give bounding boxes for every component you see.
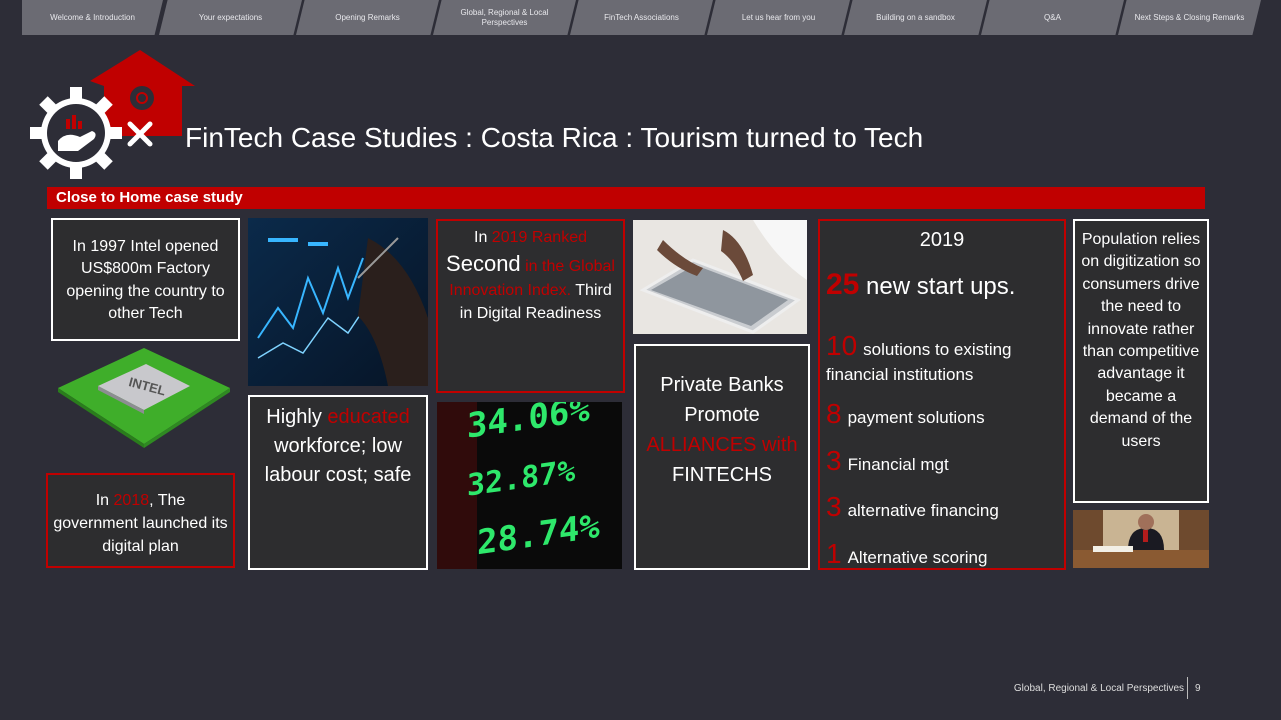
innovation-ranking-box: In 2019 Ranked Second in the Global Inno… — [436, 219, 625, 393]
tablet-hands-image — [633, 220, 807, 334]
startup-category: 10 solutions to existing financial instit… — [826, 330, 1012, 385]
tab-qa[interactable]: Q&A — [981, 0, 1124, 35]
stock-ticker-image: 34.06% 32.87% 28.74% — [437, 402, 622, 569]
intel-factory-box: In 1997 Intel opened US$800m Factory ope… — [51, 218, 240, 341]
case-study-banner: Close to Home case study — [47, 187, 1205, 209]
startup-category: 1 Alternative scoring — [826, 537, 988, 569]
tab-sandbox[interactable]: Building on a sandbox — [844, 0, 987, 35]
startup-category: 3 alternative financing — [826, 491, 999, 523]
slide-title: FinTech Case Studies : Costa Rica : Tour… — [185, 122, 924, 153]
digital-plan-box: In 2018, The government launched its dig… — [46, 473, 235, 568]
page-number: 9 — [1195, 683, 1201, 694]
trading-screen-image — [248, 218, 428, 386]
private-banks-box: Private Banks Promote ALLIANCES with FIN… — [634, 344, 810, 570]
startup-category: 8 payment solutions — [826, 398, 985, 430]
businessman-reading-image — [1073, 510, 1209, 568]
footer-divider — [1187, 677, 1188, 699]
tab-next-steps[interactable]: Next Steps & Closing Remarks — [1118, 0, 1261, 35]
tab-fintech-associations[interactable]: FinTech Associations — [570, 0, 713, 35]
startups-year: 2019 — [919, 229, 965, 251]
tab-welcome[interactable]: Welcome & Introduction — [22, 0, 163, 35]
top-navigation: Welcome & Introduction Your expectations… — [22, 0, 1262, 35]
fintech-gear-logo-icon — [30, 50, 195, 179]
population-digitization-box: Population relies on digitization so con… — [1073, 219, 1209, 503]
tab-expectations[interactable]: Your expectations — [159, 0, 302, 35]
startups-2019-box: 2019 25 new start ups. 10 solutions to ex… — [818, 219, 1066, 570]
tab-opening-remarks[interactable]: Opening Remarks — [296, 0, 439, 35]
tab-hear-from-you[interactable]: Let us hear from you — [707, 0, 850, 35]
intel-chip-image: INTEL — [58, 348, 230, 448]
workforce-box: Highly educated workforce; low labour co… — [248, 395, 428, 570]
startup-category: 3 Financial mgt — [826, 444, 949, 476]
footer-section-label: Global, Regional & Local Perspectives — [1013, 683, 1184, 694]
startups-count: 25 new start ups. — [826, 268, 1016, 301]
tab-perspectives[interactable]: Global, Regional & Local Perspectives — [433, 0, 576, 35]
